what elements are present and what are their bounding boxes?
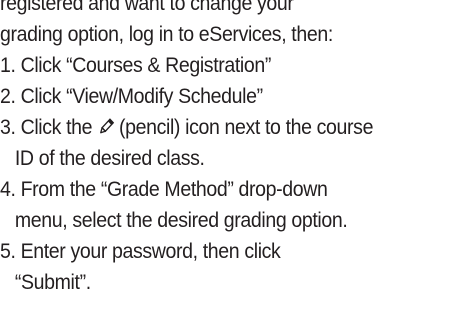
step-number: 3. — [0, 116, 16, 139]
step-5: 5. Enter your password, then click “Subm… — [0, 236, 452, 298]
step-text-before-icon: Click the — [20, 116, 98, 139]
step-4: 4. From the “Grade Method” drop-down men… — [0, 174, 452, 236]
pencil-icon — [97, 114, 114, 134]
step-text-after-icon: (pencil) icon next to the course — [113, 116, 374, 139]
intro-text-1: registered and want to change your — [0, 0, 294, 15]
instructions-document: registered and want to change your gradi… — [0, 0, 452, 298]
step-3: 3. Click the (pencil) icon next to the c… — [0, 112, 452, 174]
step-1: 1. Click “Courses & Registration” — [0, 50, 452, 81]
step-text: Click “Courses & Registration” — [20, 54, 272, 77]
step-text-continued: menu, select the desired grading option. — [14, 209, 348, 232]
step-text: From the “Grade Method” drop-down — [20, 178, 328, 201]
step-number: 5. — [0, 240, 16, 263]
step-2: 2. Click “View/Modify Schedule” — [0, 81, 452, 112]
steps-list: 1. Click “Courses & Registration” 2. Cli… — [0, 50, 452, 298]
step-number: 4. — [0, 178, 16, 201]
intro-line-1: registered and want to change your — [0, 0, 452, 19]
step-number: 2. — [0, 85, 16, 108]
step-text: Enter your password, then click — [20, 240, 281, 263]
step-text-continued: “Submit”. — [14, 271, 91, 294]
step-number: 1. — [0, 54, 16, 77]
intro-text-2: grading option, log in to eServices, the… — [0, 23, 333, 46]
step-text: Click “View/Modify Schedule” — [20, 85, 264, 108]
step-text-continued: ID of the desired class. — [14, 147, 205, 170]
intro-line-2: grading option, log in to eServices, the… — [0, 19, 452, 50]
